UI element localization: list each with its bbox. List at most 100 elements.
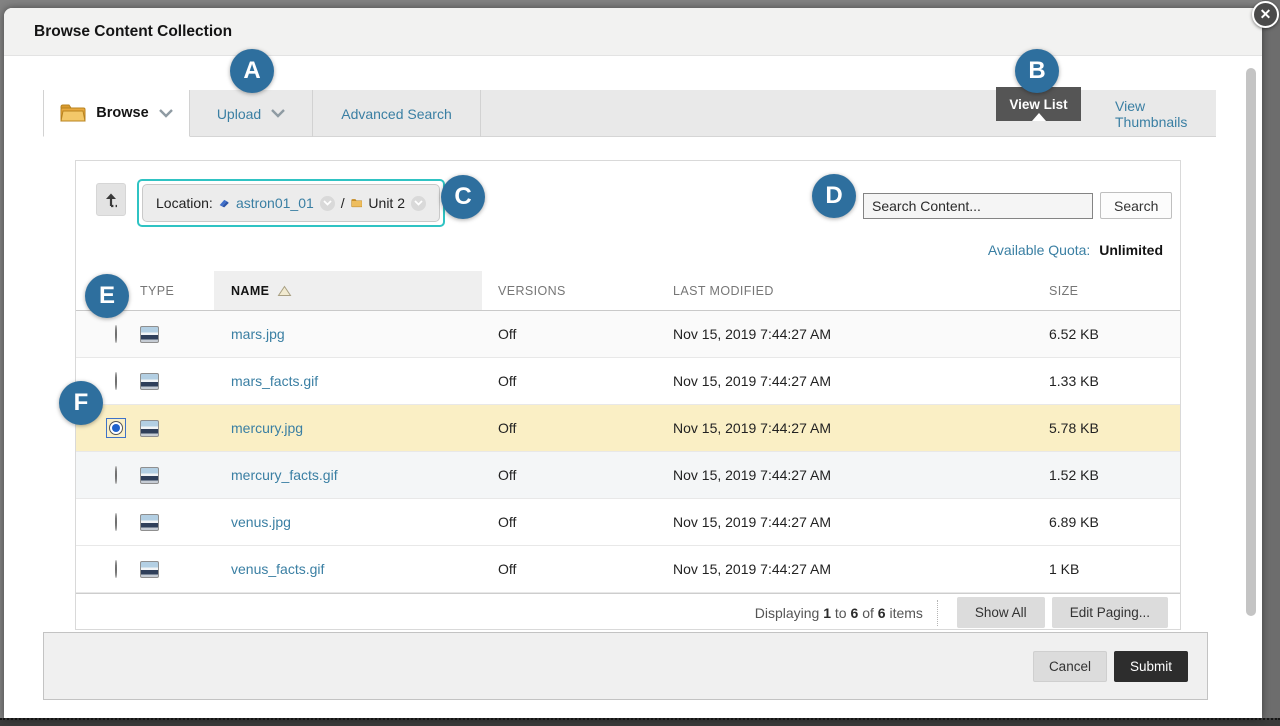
course-context-menu-icon[interactable] xyxy=(320,196,335,211)
row-type-cell xyxy=(140,561,214,578)
annotation-badge-b: B xyxy=(1015,49,1059,93)
search-button[interactable]: Search xyxy=(1100,192,1172,219)
pagination-bar: Displaying 1 to 6 of 6 items Show All Ed… xyxy=(76,593,1180,631)
row-modified-cell: Nov 15, 2019 7:44:27 AM xyxy=(657,326,1033,342)
window-background-bottom xyxy=(0,718,1280,726)
image-file-icon xyxy=(140,467,159,484)
sort-ascending-icon xyxy=(277,285,292,297)
row-modified-cell: Nov 15, 2019 7:44:27 AM xyxy=(657,467,1033,483)
file-name-link[interactable]: mercury_facts.gif xyxy=(214,467,338,483)
quota-value: Unlimited xyxy=(1099,242,1163,258)
dialog-titlebar: Browse Content Collection xyxy=(4,8,1262,56)
row-modified-cell: Nov 15, 2019 7:44:27 AM xyxy=(657,561,1033,577)
header-type: TYPE xyxy=(140,271,214,310)
row-type-cell xyxy=(140,514,214,531)
row-name-cell: venus_facts.gif xyxy=(214,561,482,577)
image-file-icon xyxy=(140,373,159,390)
file-name-link[interactable]: venus_facts.gif xyxy=(214,561,324,577)
row-select-cell xyxy=(92,419,140,437)
row-name-cell: venus.jpg xyxy=(214,514,482,530)
tab-advanced-search[interactable]: Advanced Search xyxy=(313,90,481,137)
header-name-sort[interactable]: NAME xyxy=(214,271,482,310)
image-file-icon xyxy=(140,561,159,578)
row-versions-cell: Off xyxy=(482,467,657,483)
table-row[interactable]: mars.jpg Off Nov 15, 2019 7:44:27 AM 6.5… xyxy=(76,311,1180,358)
row-name-cell: mercury.jpg xyxy=(214,420,482,436)
browse-content-collection-dialog: Browse Content Collection Browse Upload xyxy=(4,8,1262,718)
row-radio-button[interactable] xyxy=(115,372,117,390)
row-versions-cell: Off xyxy=(482,326,657,342)
tab-upload-label: Upload xyxy=(217,106,261,122)
table-row[interactable]: venus_facts.gif Off Nov 15, 2019 7:44:27… xyxy=(76,546,1180,593)
course-book-icon xyxy=(219,197,230,210)
annotation-badge-e: E xyxy=(85,274,129,318)
row-radio-button[interactable] xyxy=(115,325,117,343)
row-versions-cell: Off xyxy=(482,561,657,577)
row-select-cell xyxy=(92,512,140,532)
up-directory-button[interactable] xyxy=(96,183,126,216)
row-radio-button[interactable] xyxy=(115,466,117,484)
row-versions-cell: Off xyxy=(482,373,657,389)
tab-browse[interactable]: Browse xyxy=(43,90,190,137)
pagination-divider xyxy=(937,600,938,626)
row-modified-cell: Nov 15, 2019 7:44:27 AM xyxy=(657,514,1033,530)
annotation-badge-a: A xyxy=(230,49,274,93)
row-modified-cell: Nov 15, 2019 7:44:27 AM xyxy=(657,373,1033,389)
breadcrumb-course-link[interactable]: astron01_01 xyxy=(236,195,314,211)
header-size: SIZE xyxy=(1033,271,1180,310)
folder-icon xyxy=(60,103,86,123)
image-file-icon xyxy=(140,514,159,531)
folder-icon xyxy=(351,196,363,210)
table-header-row: TYPE NAME VERSIONS LAST MODIFIED SIZE xyxy=(76,271,1180,311)
available-quota: Available Quota: Unlimited xyxy=(988,242,1163,258)
table-row[interactable]: mercury.jpg Off Nov 15, 2019 7:44:27 AM … xyxy=(76,405,1180,452)
row-radio-button[interactable] xyxy=(109,421,123,435)
close-icon[interactable]: ✕ xyxy=(1252,1,1279,28)
header-last-modified: LAST MODIFIED xyxy=(657,271,1033,310)
dialog-title: Browse Content Collection xyxy=(34,23,232,41)
view-thumbnails-link[interactable]: View Thumbnails xyxy=(1115,90,1216,137)
edit-paging-button[interactable]: Edit Paging... xyxy=(1052,597,1168,628)
dialog-footer: Cancel Submit xyxy=(43,632,1208,700)
image-file-icon xyxy=(140,326,159,343)
row-radio-button[interactable] xyxy=(115,513,117,531)
table-row[interactable]: mars_facts.gif Off Nov 15, 2019 7:44:27 … xyxy=(76,358,1180,405)
file-name-link[interactable]: mars_facts.gif xyxy=(214,373,318,389)
row-select-cell xyxy=(92,371,140,391)
vertical-scrollbar-thumb[interactable] xyxy=(1246,68,1256,616)
file-name-link[interactable]: mars.jpg xyxy=(214,326,285,342)
table-row[interactable]: mercury_facts.gif Off Nov 15, 2019 7:44:… xyxy=(76,452,1180,499)
file-table: TYPE NAME VERSIONS LAST MODIFIED SIZE xyxy=(76,271,1180,631)
annotation-badge-f: F xyxy=(59,381,103,425)
header-versions: VERSIONS xyxy=(482,271,657,310)
show-all-button[interactable]: Show All xyxy=(957,597,1045,628)
file-name-link[interactable]: mercury.jpg xyxy=(214,420,303,436)
annotation-badge-d: D xyxy=(812,174,856,218)
window-background-right xyxy=(1262,0,1280,726)
row-name-cell: mars.jpg xyxy=(214,326,482,342)
file-name-link[interactable]: venus.jpg xyxy=(214,514,291,530)
table-row[interactable]: venus.jpg Off Nov 15, 2019 7:44:27 AM 6.… xyxy=(76,499,1180,546)
location-highlight-box: Location: astron01_01 / Unit 2 xyxy=(137,179,445,227)
row-select-cell xyxy=(92,324,140,344)
search-input[interactable] xyxy=(863,193,1093,219)
chevron-down-icon xyxy=(159,109,173,118)
cancel-button[interactable]: Cancel xyxy=(1033,651,1107,682)
location-breadcrumb: Location: astron01_01 / Unit 2 xyxy=(142,184,440,222)
view-list-active-notch xyxy=(1032,113,1046,121)
location-label: Location: xyxy=(156,195,213,211)
submit-button[interactable]: Submit xyxy=(1114,651,1188,682)
content-panel: Location: astron01_01 / Unit 2 xyxy=(75,160,1181,630)
row-name-cell: mars_facts.gif xyxy=(214,373,482,389)
view-thumbnails-label: View Thumbnails xyxy=(1115,98,1216,130)
row-select-cell xyxy=(92,465,140,485)
row-radio-button[interactable] xyxy=(115,560,117,578)
row-select-cell xyxy=(92,559,140,579)
folder-context-menu-icon[interactable] xyxy=(411,196,426,211)
row-versions-cell: Off xyxy=(482,514,657,530)
tab-upload[interactable]: Upload xyxy=(190,90,313,137)
row-size-cell: 6.89 KB xyxy=(1033,514,1180,530)
row-modified-cell: Nov 15, 2019 7:44:27 AM xyxy=(657,420,1033,436)
row-size-cell: 1 KB xyxy=(1033,561,1180,577)
chevron-down-icon xyxy=(271,109,285,118)
